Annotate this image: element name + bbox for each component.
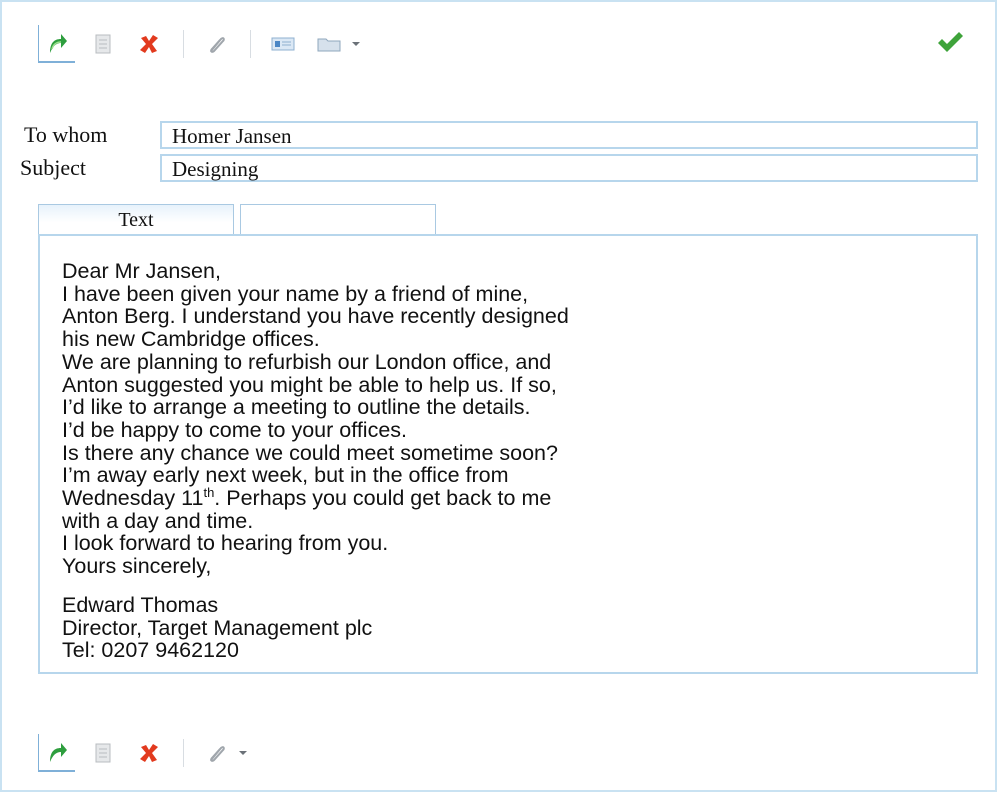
- confirm-button[interactable]: [932, 24, 968, 60]
- save-draft-button[interactable]: [85, 26, 121, 62]
- document-icon: [95, 743, 111, 763]
- send-icon: [50, 34, 67, 53]
- delete-icon: [140, 744, 158, 762]
- top-toolbar: [38, 24, 978, 64]
- chevron-down-icon: [352, 42, 360, 46]
- document-icon: [95, 34, 111, 54]
- to-field[interactable]: Homer Jansen: [160, 121, 978, 149]
- toolbar-separator: [250, 30, 251, 58]
- address-card-icon: [271, 37, 295, 51]
- to-label: To whom: [24, 122, 108, 147]
- signature-gap: [62, 578, 954, 594]
- attach-icon: [210, 746, 225, 762]
- message-line: with a day and time.: [62, 508, 254, 533]
- message-line: Is there any chance we could meet someti…: [62, 440, 558, 465]
- message-line: We are planning to refurbish our London …: [62, 349, 552, 374]
- message-body[interactable]: Dear Mr Jansen, I have been given your n…: [38, 234, 978, 674]
- save-draft-button-bottom[interactable]: [85, 735, 121, 771]
- toolbar-separator: [183, 30, 184, 58]
- date-text: Wednesday 11: [62, 486, 204, 511]
- message-line: Yours sincerely,: [62, 554, 212, 579]
- chevron-down-icon: [239, 751, 247, 755]
- send-button[interactable]: [38, 25, 75, 63]
- folder-dropdown-button[interactable]: [349, 29, 363, 59]
- delete-button-bottom[interactable]: [131, 735, 167, 771]
- message-line: Dear Mr Jansen,: [62, 259, 221, 283]
- attach-button[interactable]: [198, 26, 234, 62]
- date-followup-text: . Perhaps you could get back to me: [214, 486, 552, 511]
- delete-button[interactable]: [131, 26, 167, 62]
- attach-dropdown-button[interactable]: [236, 738, 250, 768]
- signature-phone: Tel: 0207 9462120: [62, 638, 239, 663]
- signature-name: Edward Thomas: [62, 592, 219, 617]
- tab-blank[interactable]: [240, 204, 436, 234]
- message-line: Anton suggested you might be able to hel…: [62, 372, 557, 397]
- subject-label: Subject: [20, 155, 86, 180]
- message-line: his new Cambridge offices.: [62, 327, 320, 352]
- message-line: Anton Berg. I understand you have recent…: [62, 304, 569, 329]
- send-icon: [50, 743, 67, 762]
- tab-text[interactable]: Text: [38, 204, 234, 234]
- compose-window: To whom Homer Jansen Subject Designing T…: [0, 0, 997, 792]
- message-line: I’m away early next week, but in the off…: [62, 463, 509, 488]
- message-line: I have been given your name by a friend …: [62, 281, 529, 306]
- signature-title: Director, Target Management plc: [62, 615, 373, 640]
- address-book-button[interactable]: [265, 26, 301, 62]
- message-line: I’d be happy to come to your offices.: [62, 417, 407, 442]
- subject-field[interactable]: Designing: [160, 154, 978, 182]
- toolbar-separator: [183, 739, 184, 767]
- attach-icon: [210, 37, 225, 53]
- date-ordinal: th: [203, 484, 215, 500]
- send-button-bottom[interactable]: [38, 734, 75, 772]
- message-line: I look forward to hearing from you.: [62, 531, 389, 556]
- folder-button[interactable]: [311, 26, 347, 62]
- checkmark-icon: [938, 32, 963, 52]
- delete-icon: [140, 35, 158, 53]
- message-line: I’d like to arrange a meeting to outline…: [62, 395, 531, 420]
- folder-icon: [317, 38, 341, 52]
- message-line-wednesday: Wednesday 11th. Perhaps you could get ba…: [62, 484, 954, 511]
- bottom-toolbar: [38, 733, 250, 773]
- attach-button-bottom[interactable]: [198, 735, 234, 771]
